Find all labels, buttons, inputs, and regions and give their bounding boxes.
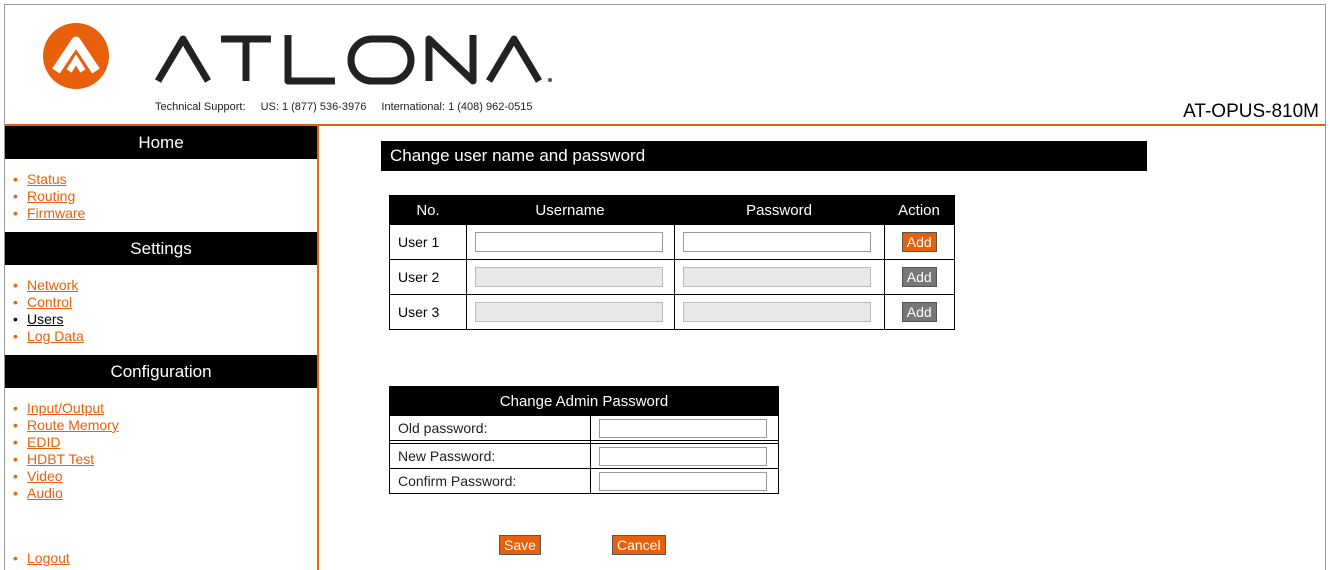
column-header-action: Action: [884, 195, 955, 225]
support-intl-phone: International: 1 (408) 962-0515: [381, 101, 533, 113]
sidebar-home-list: Status Routing Firmware: [5, 159, 317, 232]
sidebar-item-log-data[interactable]: Log Data: [27, 328, 84, 344]
sidebar-heading-settings: Settings: [5, 232, 317, 265]
user-no: User 1: [389, 224, 467, 260]
users-table: No. Username Password Action User 1 Add …: [389, 195, 955, 330]
sidebar-item-control[interactable]: Control: [27, 294, 72, 310]
sidebar-item-video[interactable]: Video: [27, 468, 63, 484]
username-input[interactable]: [474, 267, 663, 287]
password-input[interactable]: [682, 267, 871, 287]
header: Technical Support: US: 1 (877) 536-3976 …: [5, 5, 1325, 126]
sidebar-item-network[interactable]: Network: [27, 277, 78, 293]
sidebar-heading-configuration: Configuration: [5, 355, 317, 388]
user-no: User 2: [389, 259, 467, 295]
admin-password-heading: Change Admin Password: [389, 386, 779, 416]
support-us-phone: US: 1 (877) 536-3976: [260, 101, 367, 113]
sidebar-configuration-list: Input/Output Route Memory EDID HDBT Test…: [5, 388, 317, 512]
new-password-label: New Password:: [389, 443, 591, 469]
save-button[interactable]: Save: [499, 535, 541, 555]
column-header-no: No.: [389, 195, 466, 225]
sidebar-settings-list: Network Control Users Log Data: [5, 265, 317, 355]
old-password-label: Old password:: [389, 415, 591, 441]
table-row: User 2 Add: [389, 259, 955, 295]
sidebar-item-users[interactable]: Users: [27, 311, 64, 327]
sidebar: Home Status Routing Firmware Settings Ne…: [5, 126, 319, 570]
table-row: User 3 Add: [389, 294, 955, 330]
sidebar-item-routing[interactable]: Routing: [27, 188, 75, 204]
confirm-password-input[interactable]: [599, 471, 767, 491]
sidebar-item-status[interactable]: Status: [27, 171, 67, 187]
new-password-input[interactable]: [599, 446, 767, 466]
add-user-button[interactable]: Add: [901, 302, 937, 322]
old-password-input[interactable]: [599, 418, 767, 438]
username-input[interactable]: [474, 302, 663, 322]
atlona-logo: [43, 23, 552, 89]
sidebar-item-firmware[interactable]: Firmware: [27, 205, 85, 221]
add-user-button[interactable]: Add: [901, 267, 937, 287]
table-row: User 1 Add: [389, 224, 955, 260]
add-user-button[interactable]: Add: [901, 232, 937, 252]
column-header-password: Password: [674, 195, 884, 225]
sidebar-item-edid[interactable]: EDID: [27, 434, 60, 450]
sidebar-item-hdbt-test[interactable]: HDBT Test: [27, 451, 94, 467]
sidebar-item-route-memory[interactable]: Route Memory: [27, 417, 119, 433]
model-name: AT-OPUS-810M: [1183, 101, 1319, 122]
cancel-button[interactable]: Cancel: [612, 535, 666, 555]
user-no: User 3: [389, 294, 467, 330]
sidebar-item-input-output[interactable]: Input/Output: [27, 400, 104, 416]
page-title: Change user name and password: [381, 141, 1147, 171]
username-input[interactable]: [474, 232, 663, 252]
password-input[interactable]: [682, 232, 871, 252]
support-info: Technical Support: US: 1 (877) 536-3976 …: [155, 101, 544, 113]
column-header-username: Username: [466, 195, 674, 225]
sidebar-heading-home: Home: [5, 126, 317, 159]
support-label: Technical Support:: [155, 101, 246, 113]
confirm-password-label: Confirm Password:: [389, 468, 591, 494]
password-input[interactable]: [682, 302, 871, 322]
sidebar-item-audio[interactable]: Audio: [27, 485, 63, 501]
logout-link[interactable]: Logout: [27, 550, 70, 566]
admin-password-table: Change Admin Password Old password: New …: [389, 386, 779, 494]
